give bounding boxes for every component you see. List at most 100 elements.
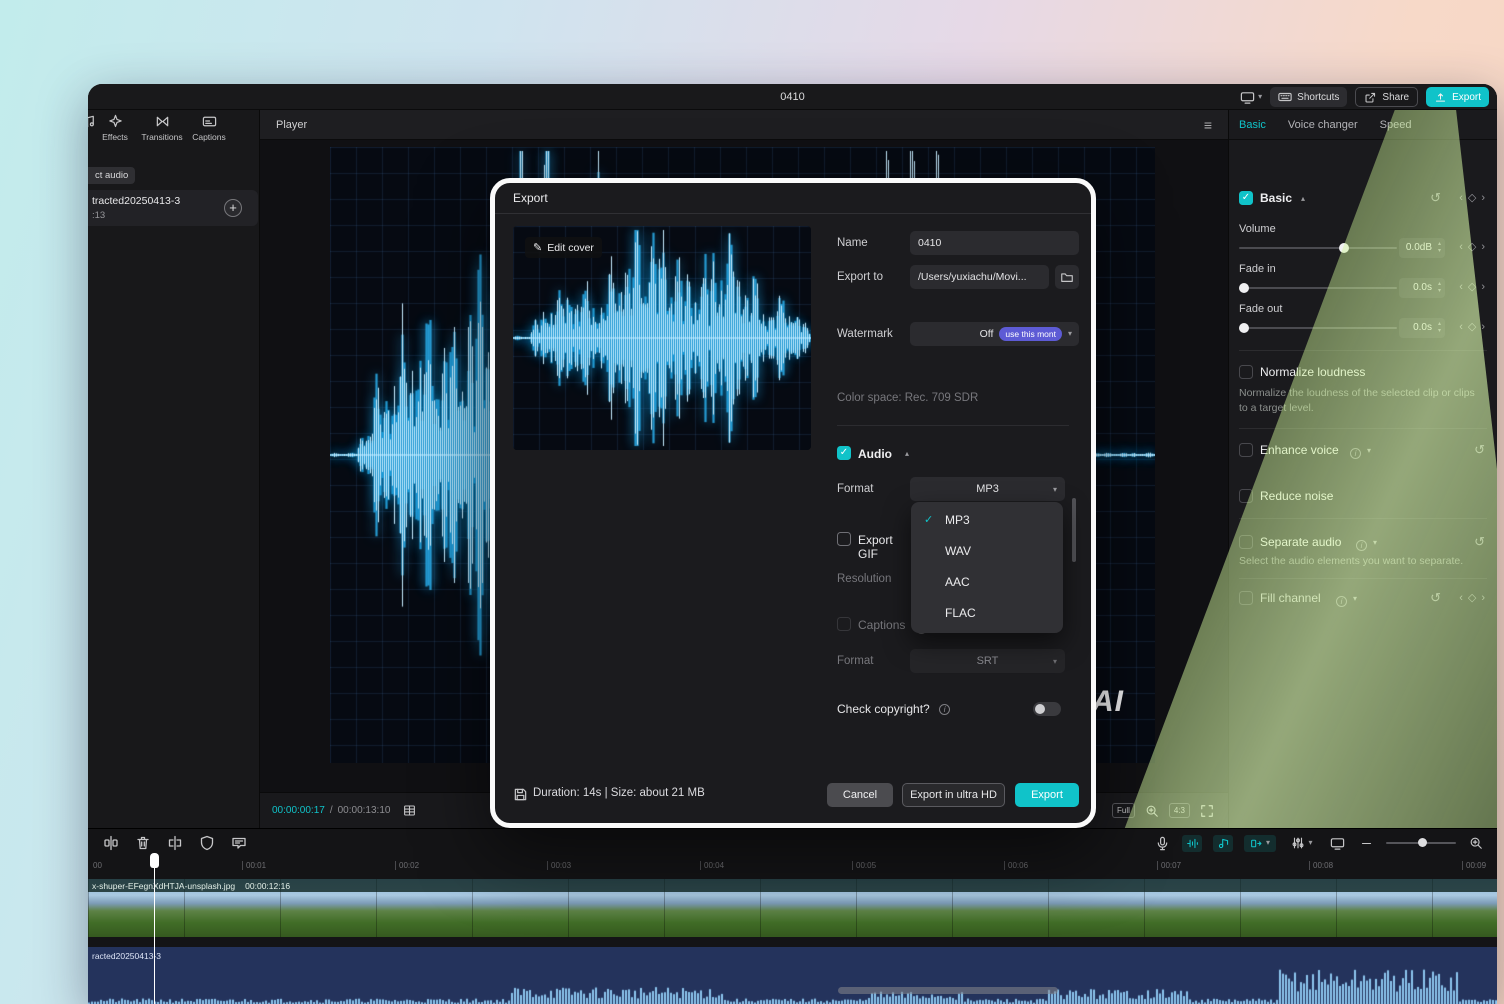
- timeline-ruler[interactable]: 00 00:01 00:02 00:03 00:04 00:05 00:06 0…: [88, 857, 1497, 875]
- export-confirm-button[interactable]: Export: [1015, 783, 1079, 807]
- next-keyframe-icon[interactable]: ›: [1481, 241, 1485, 253]
- chevron-down-icon[interactable]: ▾: [1367, 447, 1371, 455]
- fade-out-stepper[interactable]: ▴ ▾: [1438, 321, 1441, 334]
- reduce-noise-checkbox[interactable]: [1239, 489, 1253, 503]
- fade-in-slider[interactable]: [1239, 283, 1397, 293]
- aspect-ratio-button[interactable]: 4:3: [1168, 803, 1190, 818]
- prev-keyframe-icon[interactable]: ‹: [1459, 192, 1463, 204]
- volume-slider-handle[interactable]: [1339, 243, 1349, 253]
- reset-icon[interactable]: ↺: [1474, 442, 1485, 458]
- delete-clip-button[interactable]: [134, 834, 152, 852]
- export-path-input[interactable]: /Users/yuxiachu/Movi...: [910, 265, 1049, 289]
- tab-voice-changer[interactable]: Voice changer: [1288, 119, 1358, 131]
- format-select[interactable]: MP3 ▾: [910, 477, 1065, 501]
- tab-captions[interactable]: Captions: [186, 114, 232, 142]
- beat-marker-button[interactable]: [1213, 834, 1233, 852]
- auto-scroll-button[interactable]: ▾: [1244, 834, 1276, 852]
- export-ultra-hd-button[interactable]: Export in ultra HD: [902, 783, 1005, 807]
- browse-folder-button[interactable]: [1055, 265, 1079, 289]
- keyframe-diamond-icon[interactable]: ◇: [1468, 240, 1476, 253]
- format-option-mp3[interactable]: ✓ MP3: [911, 504, 1063, 535]
- chevron-down-icon[interactable]: ▾: [1353, 595, 1357, 603]
- zoom-magnifier-icon[interactable]: [1145, 804, 1159, 818]
- split-clip-button[interactable]: [102, 834, 120, 852]
- playhead[interactable]: [150, 853, 160, 1004]
- collapse-icon[interactable]: ▴: [905, 450, 909, 458]
- fade-out-slider-handle[interactable]: [1239, 323, 1249, 333]
- chevron-down-icon[interactable]: ▾: [1373, 539, 1377, 547]
- captions-checkbox[interactable]: [837, 617, 851, 631]
- fade-out-slider[interactable]: [1239, 323, 1397, 333]
- next-keyframe-icon[interactable]: ›: [1481, 321, 1485, 333]
- format-option-wav[interactable]: WAV: [911, 535, 1063, 566]
- show-audio-waveform-button[interactable]: [1182, 834, 1202, 852]
- format-option-aac[interactable]: AAC: [911, 566, 1063, 597]
- next-keyframe-icon[interactable]: ›: [1481, 592, 1485, 604]
- cancel-button[interactable]: Cancel: [827, 783, 893, 807]
- keyframe-diamond-icon[interactable]: ◇: [1468, 191, 1476, 204]
- mask-button[interactable]: [198, 834, 216, 852]
- info-icon[interactable]: i: [1351, 536, 1367, 554]
- fullscreen-icon[interactable]: [1200, 804, 1214, 818]
- fade-in-stepper[interactable]: ▴ ▾: [1438, 281, 1441, 294]
- mirror-clip-button[interactable]: [166, 834, 184, 852]
- fill-channel-checkbox[interactable]: [1239, 591, 1253, 605]
- edit-cover-button[interactable]: ✎ Edit cover: [525, 237, 602, 258]
- normalize-loudness-checkbox[interactable]: [1239, 365, 1253, 379]
- zoom-out-button[interactable]: [1357, 834, 1375, 852]
- display-settings-button[interactable]: ▾: [1240, 90, 1262, 105]
- separate-audio-checkbox[interactable]: [1239, 535, 1253, 549]
- info-icon[interactable]: i: [1345, 444, 1361, 462]
- form-scrollbar[interactable]: [1072, 498, 1076, 562]
- tab-transitions[interactable]: Transitions: [139, 114, 185, 142]
- tab-speed[interactable]: Speed: [1380, 119, 1412, 131]
- keyframe-diamond-icon[interactable]: ◇: [1468, 591, 1476, 604]
- caption-format-select[interactable]: SRT ▾: [910, 649, 1065, 673]
- tab-effects[interactable]: Effects: [92, 114, 138, 142]
- enhance-voice-checkbox[interactable]: [1239, 443, 1253, 457]
- track-options-button[interactable]: ▾: [1287, 834, 1317, 852]
- reset-icon[interactable]: ↺: [1430, 590, 1441, 606]
- share-button[interactable]: Share: [1355, 87, 1419, 107]
- prev-keyframe-icon[interactable]: ‹: [1459, 592, 1463, 604]
- keyframe-diamond-icon[interactable]: ◇: [1468, 320, 1476, 333]
- keyframe-diamond-icon[interactable]: ◇: [1468, 280, 1476, 293]
- reset-icon[interactable]: ↺: [1430, 190, 1441, 206]
- reset-icon[interactable]: ↺: [1474, 534, 1485, 550]
- prev-keyframe-icon[interactable]: ‹: [1459, 241, 1463, 253]
- volume-stepper[interactable]: ▴ ▾: [1438, 241, 1441, 254]
- timeline-horizontal-scrollbar[interactable]: [838, 987, 1058, 994]
- name-input[interactable]: 0410: [910, 231, 1079, 255]
- prev-keyframe-icon[interactable]: ‹: [1459, 281, 1463, 293]
- copyright-toggle[interactable]: [1033, 702, 1061, 716]
- audio-track-clip[interactable]: racted20250413-3: [88, 947, 1497, 1004]
- extract-audio-tag[interactable]: ct audio: [88, 167, 136, 184]
- record-voiceover-button[interactable]: [1153, 834, 1171, 852]
- info-icon[interactable]: i: [1331, 592, 1347, 610]
- preview-axis-button[interactable]: [1328, 834, 1346, 852]
- timeline-zoom-slider[interactable]: [1386, 838, 1456, 847]
- media-list-item[interactable]: tracted20250413-3 :13 +: [88, 190, 258, 226]
- export-button[interactable]: Export: [1426, 87, 1489, 107]
- prev-keyframe-icon[interactable]: ‹: [1459, 321, 1463, 333]
- add-to-timeline-button[interactable]: +: [224, 199, 242, 217]
- export-gif-checkbox[interactable]: [837, 532, 851, 546]
- shortcuts-button[interactable]: Shortcuts: [1270, 87, 1348, 107]
- keyframe-controls[interactable]: ‹ ◇ ›: [1459, 191, 1485, 205]
- fit-full-button[interactable]: Full: [1111, 803, 1135, 818]
- video-track-clip[interactable]: x-shuper-EFegnXdHTJA-unsplash.jpg 00:00:…: [88, 879, 1497, 937]
- fade-in-slider-handle[interactable]: [1239, 283, 1249, 293]
- zoom-fit-button[interactable]: [1467, 834, 1485, 852]
- player-menu-icon[interactable]: ≡: [1204, 110, 1212, 140]
- zoom-slider-handle[interactable]: [1418, 838, 1427, 847]
- audio-checkbox[interactable]: ✓: [837, 446, 851, 460]
- basic-checkbox[interactable]: ✓: [1239, 191, 1253, 205]
- frame-grid-icon[interactable]: [403, 804, 416, 817]
- format-option-flac[interactable]: FLAC: [911, 597, 1063, 628]
- volume-slider[interactable]: [1239, 243, 1397, 253]
- tab-basic[interactable]: Basic: [1239, 119, 1266, 131]
- collapse-icon[interactable]: ▴: [1301, 195, 1305, 203]
- extract-text-button[interactable]: [230, 834, 248, 852]
- next-keyframe-icon[interactable]: ›: [1481, 192, 1485, 204]
- watermark-select[interactable]: Off use this mont ▾: [910, 322, 1079, 346]
